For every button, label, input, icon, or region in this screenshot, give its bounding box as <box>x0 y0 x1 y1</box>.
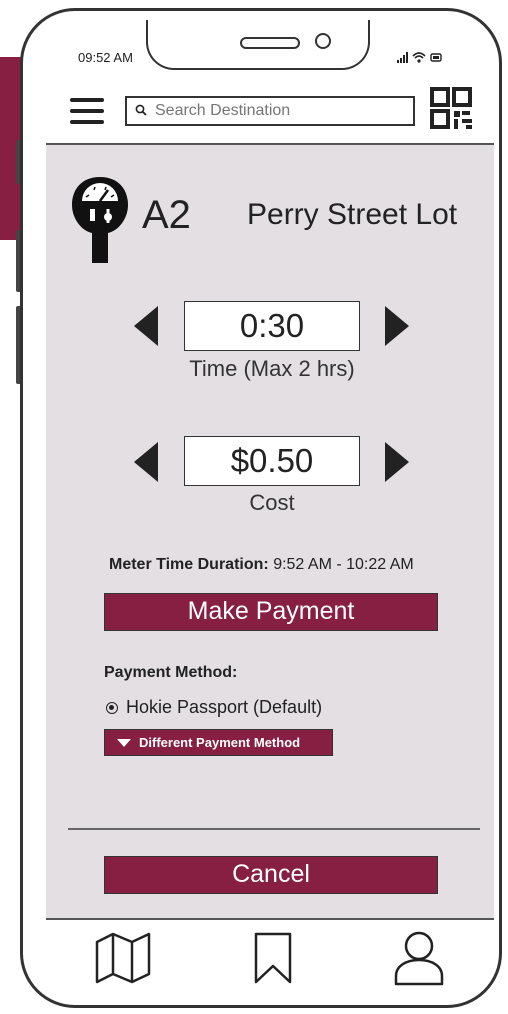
radio-selected-icon[interactable] <box>106 701 118 714</box>
cost-increase-button[interactable] <box>385 442 409 482</box>
phone-camera <box>315 33 331 49</box>
meter-duration-value: 9:52 AM - 10:22 AM <box>273 556 414 573</box>
search-bar[interactable] <box>125 96 415 126</box>
make-payment-button[interactable]: Make Payment <box>104 593 438 631</box>
different-payment-method-button[interactable]: Different Payment Method <box>104 729 333 756</box>
different-payment-method-label: Different Payment Method <box>139 735 301 750</box>
search-icon <box>135 103 147 119</box>
lot-name: Perry Street Lot <box>247 198 458 231</box>
parking-meter-icon <box>68 175 132 267</box>
cost-caption: Cost <box>249 490 295 515</box>
qr-code-icon[interactable] <box>430 87 474 131</box>
meter-duration: Meter Time Duration: 9:52 AM - 10:22 AM <box>109 556 414 574</box>
status-time: 09:52 AM <box>78 50 133 65</box>
section-divider <box>68 828 480 830</box>
cost-decrease-button[interactable] <box>134 442 158 482</box>
payment-option-label: Hokie Passport (Default) <box>126 697 323 717</box>
bookmark-icon[interactable] <box>246 930 304 986</box>
cost-value: $0.50 <box>184 436 360 486</box>
tab-bar-divider <box>46 918 494 920</box>
hamburger-menu-icon[interactable] <box>70 98 104 124</box>
meter-duration-label: Meter Time Duration: <box>109 556 269 573</box>
phone-speaker <box>240 37 300 49</box>
map-icon[interactable] <box>94 930 152 986</box>
cancel-button[interactable]: Cancel <box>104 856 438 894</box>
time-decrease-button[interactable] <box>134 306 158 346</box>
time-caption: Time (Max 2 hrs) <box>189 356 355 381</box>
payment-method-label: Payment Method: <box>104 664 238 681</box>
status-icons <box>395 50 445 67</box>
time-increase-button[interactable] <box>385 306 409 346</box>
time-value: 0:30 <box>184 301 360 351</box>
profile-icon[interactable] <box>390 930 448 986</box>
search-input[interactable] <box>153 101 397 121</box>
payment-option-default[interactable]: Hokie Passport (Default) <box>106 697 322 718</box>
caret-down-icon <box>117 738 131 747</box>
lot-code: A2 <box>142 193 191 237</box>
